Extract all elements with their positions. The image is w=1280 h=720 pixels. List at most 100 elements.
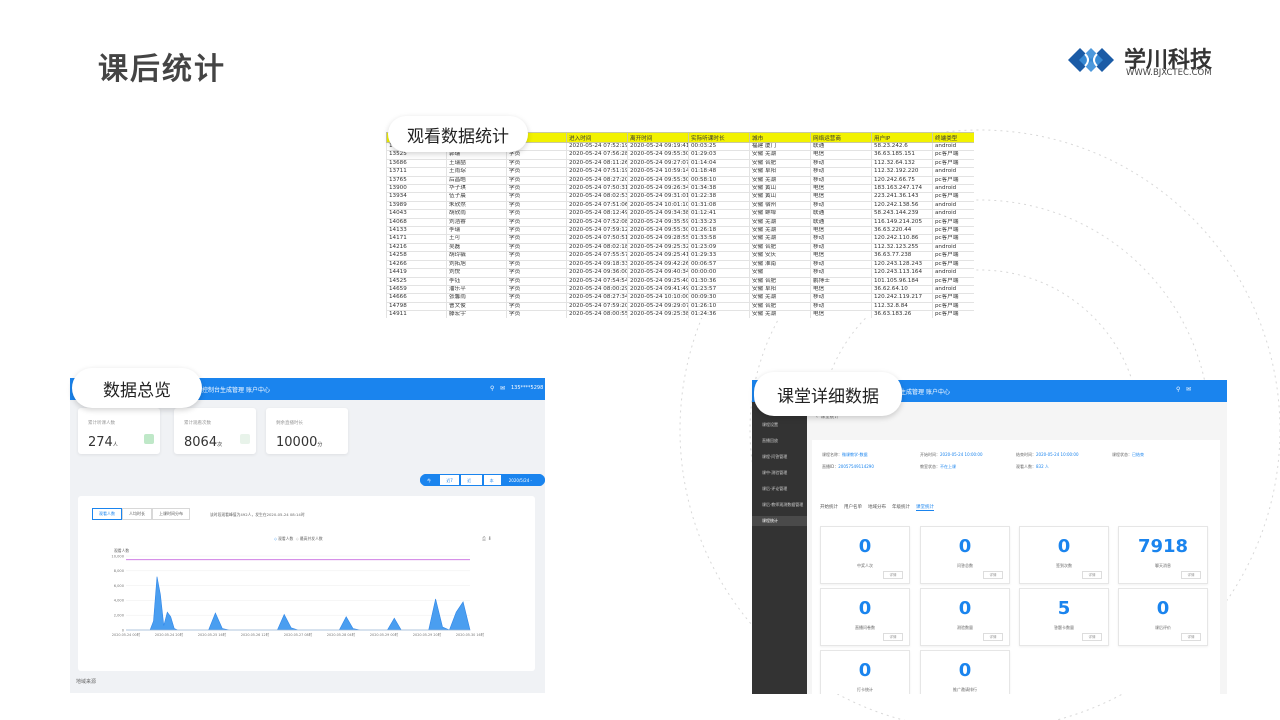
sheet-cell: 刘悦 — [446, 268, 507, 278]
stat-value: 8064次 — [184, 435, 223, 450]
sheet-cell: 安徽 合肥 — [749, 158, 811, 169]
user-phone[interactable]: 135****5298 — [511, 385, 543, 391]
logo-url-text: WWW.BJXCTEC.COM — [1126, 68, 1212, 78]
sidebar-item-replay[interactable]: 直播回放 — [762, 438, 778, 444]
sheet-cell: 学员 — [506, 175, 567, 186]
location-icon[interactable]: ⚲ — [490, 385, 494, 392]
nav-generate[interactable]: 生成管理 — [220, 385, 244, 394]
sheet-cell: pc客户端 — [932, 251, 974, 261]
metric-value: 5 — [1057, 598, 1071, 619]
sheet-cell: 学员 — [506, 310, 567, 318]
sheet-cell: android — [932, 242, 974, 253]
sidebar-item-qa[interactable]: 课程·问答管理 — [762, 454, 787, 460]
tab-class-stats[interactable]: 课堂统计 — [916, 504, 934, 511]
sheet-cell: 2020-05-24 09:28:55 — [627, 234, 689, 244]
metric-label: 答题卡数量 — [1054, 625, 1074, 630]
location-icon[interactable]: ⚲ — [1176, 386, 1180, 393]
sheet-cell: pc客户端 — [932, 175, 974, 186]
metric-card: 0 问答总数 详情 — [920, 526, 1010, 584]
metric-detail-button[interactable]: 详情 — [1181, 633, 1201, 641]
metric-value: 0 — [958, 536, 972, 557]
sheet-cell: 安徽 — [749, 268, 811, 278]
mail-icon[interactable]: ✉ — [1186, 386, 1191, 393]
info-course-status: 课程状态：已结束 — [1112, 452, 1144, 457]
info-live-id: 直播ID：20057549114290 — [822, 464, 874, 469]
metric-detail-button[interactable]: 详情 — [983, 633, 1003, 641]
sheet-cell: 移动 — [810, 234, 872, 244]
sheet-cell: 01:12:41 — [688, 209, 750, 219]
metric-detail-button[interactable]: 详情 — [1082, 633, 1102, 641]
sheet-cell: 移动 — [810, 301, 872, 312]
sheet-cell: 2020-05-24 10:01:10 — [627, 200, 689, 211]
metric-detail-button[interactable]: 详情 — [1181, 571, 1201, 579]
sheet-cell: 学员 — [506, 268, 567, 278]
sheet-cell: 2020-05-24 07:59:12 — [566, 226, 628, 236]
tab-avg-duration[interactable]: 人均时长 — [122, 508, 152, 520]
nav-account[interactable]: 账户中心 — [926, 387, 950, 396]
metric-value: 0 — [858, 660, 872, 681]
sheet-cell: 电信 — [810, 226, 872, 236]
sheet-cell: 01:33:58 — [688, 234, 750, 244]
metric-detail-button[interactable]: 详情 — [1082, 571, 1102, 579]
date-range-picker[interactable]: 2020/5/24 - 2020/5/28 — [501, 474, 545, 486]
filter-30days[interactable]: 近30天 — [460, 474, 483, 486]
sheet-header-cell: 网络运营商 — [810, 132, 872, 143]
sheet-cell: 01:14:04 — [688, 158, 750, 169]
sidebar-item-teacher-data[interactable]: 课后·教师观测数据管理 — [762, 502, 803, 508]
sheet-cell: 吴磊 — [446, 242, 507, 253]
sheet-cell: 电信 — [810, 150, 872, 160]
nav-console[interactable]: 控制台 — [202, 385, 220, 394]
metric-detail-button[interactable]: 详情 — [883, 571, 903, 579]
sheet-cell: 学员 — [506, 284, 567, 295]
sheet-cell: 2020-05-24 07:54:54 — [566, 276, 628, 286]
legend-marker-icon: ◇ — [295, 536, 299, 541]
sheet-cell: 01:24:36 — [688, 310, 750, 318]
info-course-name: 课程名称：微课教学-数据 — [822, 452, 868, 457]
sheet-cell: 安徽 芜湖 — [749, 175, 811, 186]
sheet-cell: 14043 — [386, 209, 447, 219]
tab-user-list[interactable]: 用户名单 — [844, 504, 862, 511]
sheet-cell: 刘浩睿 — [446, 217, 507, 228]
sheet-cell: 2020-05-24 09:34:38 — [627, 209, 689, 219]
sidebar: 课程设置 直播回放 课程·问答管理 课中·测验管理 课后·评论管理 课后·教师观… — [752, 402, 807, 694]
sheet-cell: 36.63.220.44 — [871, 226, 933, 236]
sheet-cell: 安徽 淮南 — [749, 259, 811, 270]
sidebar-item-class-stats[interactable]: 课程统计 — [752, 516, 807, 526]
tab-region[interactable]: 地域分布 — [868, 504, 886, 511]
sheet-cell: 2020-05-24 10:59:14 — [627, 167, 689, 177]
nav-account[interactable]: 账户中心 — [246, 385, 270, 394]
sheet-cell: 01:31:08 — [688, 200, 750, 211]
tab-start-stats[interactable]: 开始统计 — [820, 504, 838, 511]
mail-icon[interactable]: ✉ — [500, 385, 505, 392]
sidebar-item-course-settings[interactable]: 课程设置 — [762, 422, 778, 428]
sidebar-item-review[interactable]: 课后·评论管理 — [762, 486, 787, 492]
sheet-cell: 2020-05-24 08:11:26 — [566, 158, 628, 169]
filter-year[interactable]: 本年 — [482, 474, 502, 486]
metric-detail-button[interactable]: 详情 — [883, 633, 903, 641]
download-icon[interactable]: ⎙ ⬇ — [482, 536, 492, 542]
sheet-row: 13765 后昌皓 学员 2020-05-24 08:27:20 2020-05-24 … — [386, 175, 974, 186]
sheet-row: 14266 刘拓旭 学员 2020-05-24 09:18:33 2020-05-24 … — [386, 259, 974, 270]
filter-7days[interactable]: 近7天 — [439, 474, 461, 486]
sheet-cell: 13934 — [386, 192, 447, 202]
chart-note: 该时段观看峰值为492人，发生在2020-05-24 08:14时 — [210, 512, 305, 517]
tab-grade[interactable]: 年级统计 — [892, 504, 910, 511]
tab-viewers[interactable]: 观看人数 — [92, 508, 122, 520]
sheet-cell: 学员 — [506, 226, 567, 236]
logo-mark-icon — [1068, 48, 1114, 72]
sheet-cell: pc客户端 — [932, 293, 974, 303]
sheet-cell: 2020-05-24 09:41:49 — [627, 284, 689, 295]
sheet-header-cell: 用户IP — [871, 132, 933, 143]
filter-today[interactable]: 今天 — [420, 474, 440, 486]
tab-time-distribution[interactable]: 上课时间分布 — [152, 508, 190, 520]
sheet-cell: 2020-05-24 07:50:51 — [566, 234, 628, 244]
sheet-cell: 学员 — [506, 150, 567, 160]
metric-detail-button[interactable]: 详情 — [983, 571, 1003, 579]
nav-generate[interactable]: 生成管理 — [900, 387, 924, 396]
y-tick-label: 0 — [122, 628, 125, 632]
sheet-cell: 王可 — [446, 234, 507, 244]
sheet-cell: 王雨琮 — [446, 167, 507, 177]
metric-card: 7918 聊天消息 详情 — [1118, 526, 1208, 584]
sidebar-item-quiz[interactable]: 课中·测验管理 — [762, 470, 787, 476]
y-tick-label: 10,000 — [111, 554, 124, 558]
